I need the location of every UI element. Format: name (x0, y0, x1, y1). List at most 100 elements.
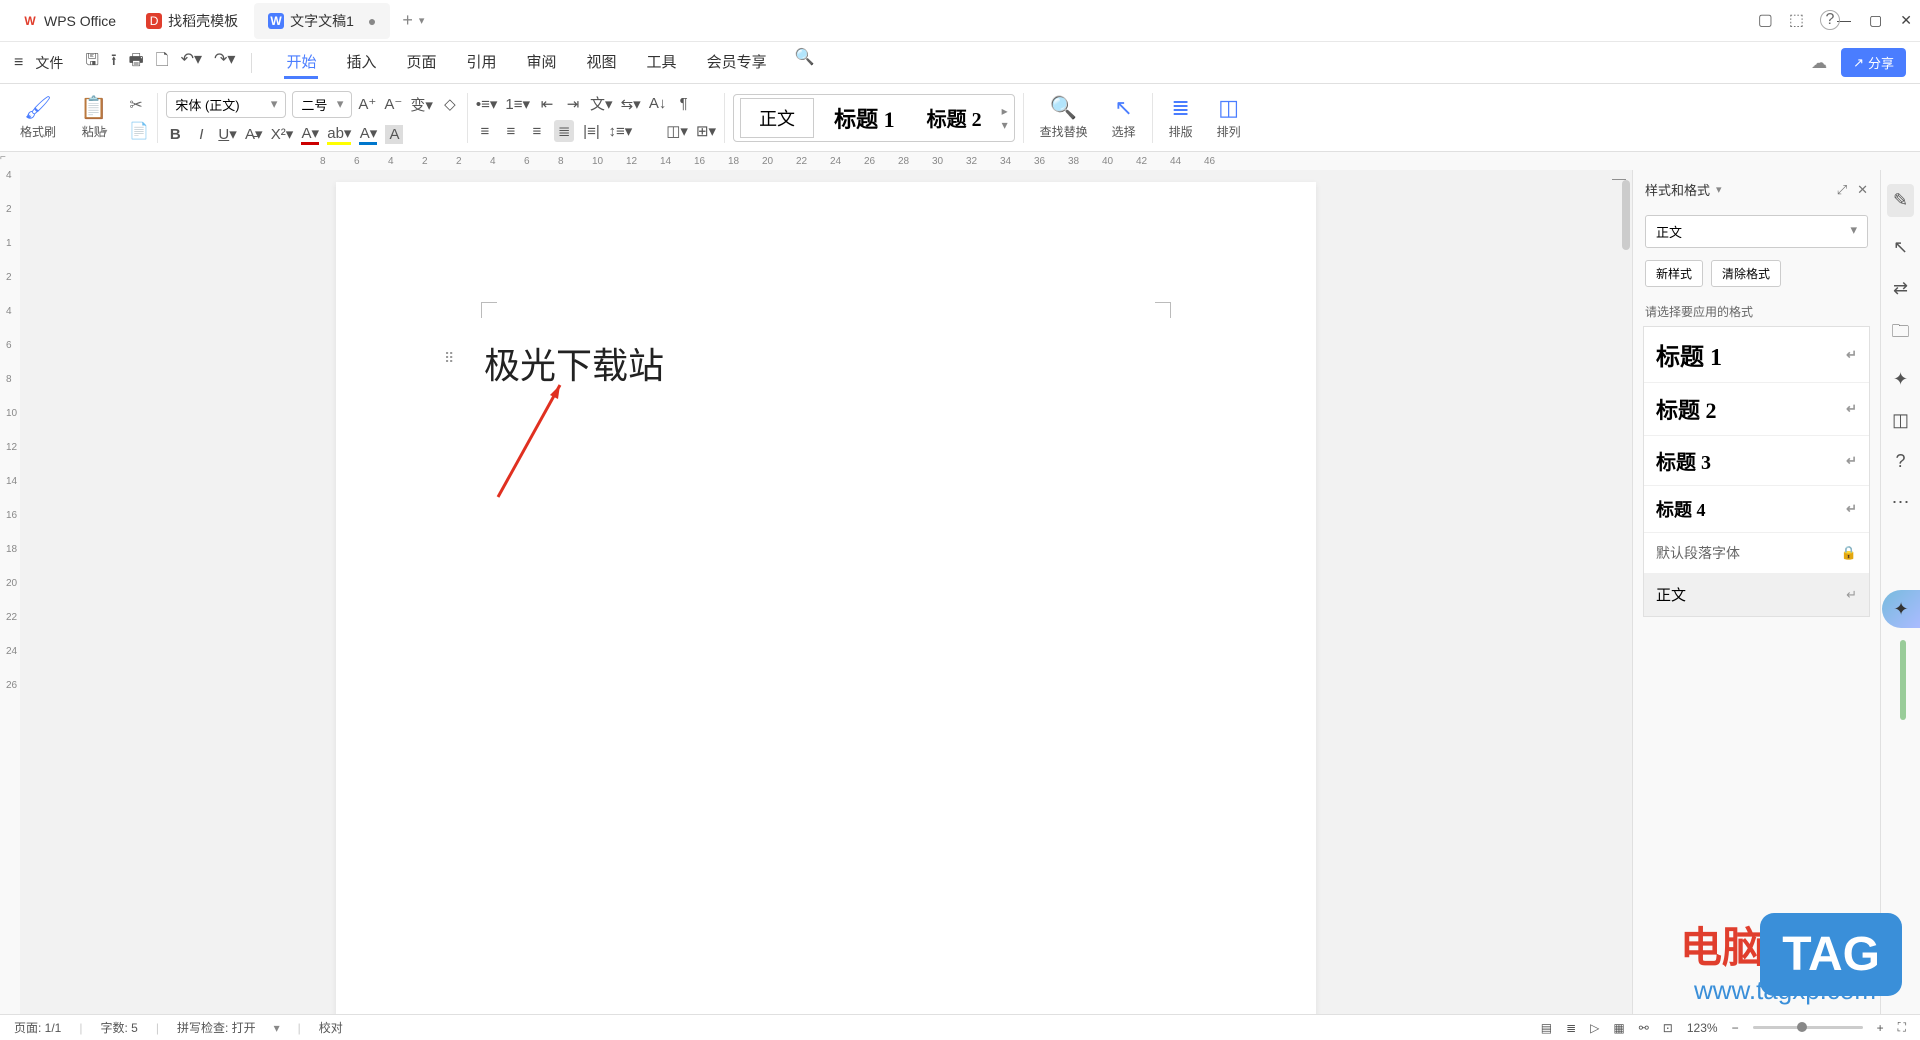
show-marks-button[interactable]: ¶ (675, 95, 693, 112)
page-indicator[interactable]: 页面: 1/1 (14, 1019, 61, 1036)
maximize-button[interactable]: ▢ (1869, 12, 1882, 29)
vertical-scrollbar[interactable] (1622, 180, 1630, 250)
close-icon[interactable]: ● (368, 13, 376, 29)
chevron-down-icon[interactable]: ▾ (1716, 183, 1722, 196)
horizontal-ruler[interactable]: ⌐ 86422468101214161820222426283032343638… (0, 152, 1920, 170)
decrease-indent-button[interactable]: ⇤ (538, 95, 556, 113)
align-right-button[interactable]: ≡ (528, 123, 546, 140)
settings-icon[interactable]: ⇄ (1893, 278, 1908, 299)
link-icon[interactable]: ⚯ (1639, 1021, 1649, 1035)
style-more-button[interactable]: ▸▾ (1002, 104, 1008, 132)
paste-button[interactable]: 📋 粘贴 ▾ (72, 95, 115, 140)
numbering-button[interactable]: 1≡▾ (505, 95, 530, 113)
style-normal[interactable]: 正文 (740, 98, 814, 138)
zoom-out-button[interactable]: − (1732, 1021, 1739, 1035)
print-icon[interactable]: 🖶 (129, 49, 144, 76)
char-shading-button[interactable]: A (385, 125, 403, 144)
redo-icon[interactable]: ↷▾ (214, 49, 235, 76)
toolbox-icon[interactable]: 🗀 (1892, 319, 1910, 349)
font-name-select[interactable]: 宋体 (正文)▾ (166, 91, 286, 118)
border-button[interactable]: ⊞▾ (696, 122, 716, 140)
menu-reference[interactable]: 引用 (465, 47, 499, 79)
fit-icon[interactable]: ⊡ (1663, 1021, 1673, 1035)
fullscreen-icon[interactable]: ⛶ (1898, 1020, 1906, 1035)
bold-button[interactable]: B (166, 126, 184, 143)
menu-member[interactable]: 会员专享 (705, 47, 769, 79)
align-center-button[interactable]: ≡ (502, 123, 520, 140)
menu-page[interactable]: 页面 (404, 47, 438, 79)
find-replace-button[interactable]: 🔍 查找替换 (1032, 95, 1096, 140)
menu-tools[interactable]: 工具 (645, 47, 679, 79)
arrange-button[interactable]: ◫ 排列 (1209, 95, 1249, 140)
style-list-item[interactable]: 标题 4↵ (1644, 486, 1869, 533)
view-outline-icon[interactable]: ≣ (1566, 1021, 1576, 1035)
text-direction-button[interactable]: 文▾ (590, 93, 613, 114)
increase-indent-button[interactable]: ⇥ (564, 95, 582, 113)
pin-icon[interactable]: ⤢ (1837, 182, 1847, 198)
current-style-select[interactable]: 正文 ▾ (1645, 215, 1868, 248)
bookmark-icon[interactable]: ◫ (1892, 410, 1909, 431)
style-gallery[interactable]: 正文 标题 1 标题 2 ▸▾ (733, 94, 1015, 142)
align-left-button[interactable]: ≡ (476, 123, 494, 140)
help-icon[interactable]: ? (1895, 451, 1905, 472)
clear-format-icon[interactable]: ◇ (441, 95, 459, 113)
asian-layout-button[interactable]: ⇆▾ (621, 95, 641, 113)
text-fill-button[interactable]: A▾ (359, 124, 377, 145)
ai-assistant-icon[interactable]: ✦ (1882, 590, 1920, 628)
cloud-icon[interactable]: ☁ (1811, 53, 1827, 73)
layout-button[interactable]: ≣ 排版 (1161, 95, 1201, 140)
mini-scroll-indicator[interactable] (1900, 640, 1906, 720)
shading-button[interactable]: ◫▾ (666, 122, 688, 140)
decrease-font-icon[interactable]: A⁻ (384, 95, 402, 113)
zoom-in-button[interactable]: + (1877, 1021, 1884, 1035)
print-preview-icon[interactable]: 🗋 (156, 49, 169, 76)
font-color-button[interactable]: A▾ (301, 124, 319, 145)
tab-templates[interactable]: D 找稻壳模板 (132, 3, 252, 39)
spellcheck-status[interactable]: 拼写检查: 打开 (177, 1019, 256, 1036)
distributed-button[interactable]: |≡| (582, 123, 600, 140)
view-page-icon[interactable]: ▤ (1541, 1021, 1552, 1035)
tab-app[interactable]: W WPS Office (8, 3, 130, 39)
tab-list-dropdown[interactable]: ▾ (419, 14, 425, 27)
document-page[interactable]: ⠿ 极光下载站 (336, 182, 1316, 1014)
strike-button[interactable]: A̵▾ (245, 125, 263, 143)
panel-close-icon[interactable]: ✕ (1857, 182, 1868, 198)
proof-status[interactable]: 校对 (319, 1019, 343, 1036)
format-painter-button[interactable]: 🖌 格式刷 (12, 95, 64, 140)
hamburger-icon[interactable]: ≡ (14, 54, 23, 72)
avatar-icon[interactable]: ? (1820, 10, 1840, 30)
superscript-button[interactable]: X²▾ (271, 125, 294, 143)
cut-icon[interactable]: ✂ (129, 95, 149, 115)
cube-icon[interactable]: ⬚ (1789, 10, 1804, 30)
word-count[interactable]: 字数: 5 (100, 1019, 137, 1036)
device-icon[interactable]: ▢ (1758, 10, 1773, 30)
sort-button[interactable]: A↓ (649, 95, 667, 112)
line-spacing-button[interactable]: ↕≡▾ (608, 122, 632, 140)
undo-icon[interactable]: ↶▾ (181, 49, 202, 76)
menu-review[interactable]: 审阅 (525, 47, 559, 79)
export-icon[interactable]: ⭱ (111, 49, 117, 76)
justify-button[interactable]: ≣ (554, 120, 575, 142)
collapse-panel-button[interactable]: — (1612, 170, 1626, 186)
pencil-icon[interactable]: ✎ (1887, 184, 1914, 217)
view-web-icon[interactable]: ▦ (1613, 1021, 1624, 1035)
zoom-level[interactable]: 123% (1687, 1021, 1718, 1035)
more-icon[interactable]: ⋯ (1892, 492, 1910, 513)
clear-format-button[interactable]: 清除格式 (1711, 260, 1781, 287)
file-menu[interactable]: 文件 (35, 53, 63, 73)
underline-button[interactable]: U▾ (218, 125, 236, 143)
style-heading1[interactable]: 标题 1 (822, 96, 907, 140)
tab-document[interactable]: W 文字文稿1 ● (254, 3, 390, 39)
select-arrow-icon[interactable]: ↖ (1893, 237, 1908, 258)
font-size-select[interactable]: 二号▾ (292, 91, 352, 118)
bullets-button[interactable]: •≡▾ (476, 95, 498, 113)
style-heading2[interactable]: 标题 2 (915, 97, 994, 138)
phonetic-icon[interactable]: 变▾ (410, 94, 433, 115)
menu-start[interactable]: 开始 (284, 47, 318, 79)
style-list-item[interactable]: 标题 3↵ (1644, 436, 1869, 486)
style-list-item[interactable]: 标题 2↵ (1644, 383, 1869, 436)
share-button[interactable]: ↗ 分享 (1841, 48, 1906, 77)
close-button[interactable]: ✕ (1900, 12, 1912, 29)
style-list-item[interactable]: 标题 1↵ (1644, 327, 1869, 383)
paragraph-handle-icon[interactable]: ⠿ (444, 350, 454, 367)
